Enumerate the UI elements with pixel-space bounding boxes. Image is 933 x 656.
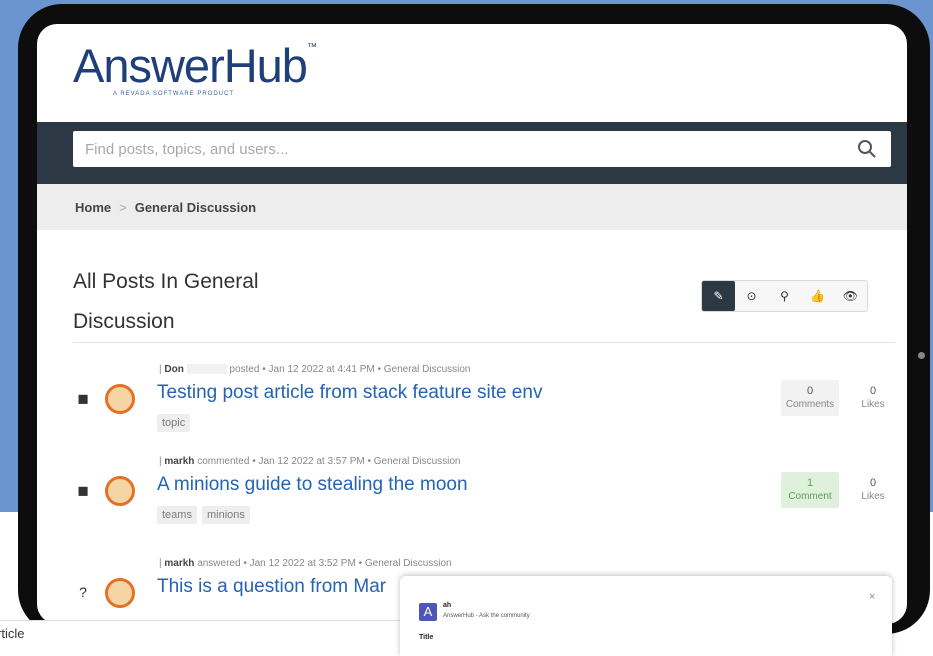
likes-number: 0 (869, 477, 877, 489)
app-subtitle: AnswerHub - Ask the community (443, 613, 530, 619)
question-icon: ? (79, 584, 87, 600)
likes-count[interactable]: 0 Likes (855, 380, 891, 416)
comments-number: 1 (806, 477, 814, 489)
redacted-name (186, 364, 227, 375)
post-space[interactable]: General Discussion (384, 364, 471, 375)
tag[interactable]: minions (201, 506, 250, 524)
title-input-value: rticle (0, 626, 25, 641)
search-bar (37, 122, 907, 184)
sort-filter-group: ✎ ⊙ ⚲ 👍 👁 (701, 280, 868, 312)
meta-separator: • (252, 456, 256, 467)
post-date: Jan 12 2022 at 4:41 PM (268, 364, 375, 375)
post-space[interactable]: General Discussion (365, 558, 452, 569)
comments-count[interactable]: 1 Comment (781, 472, 839, 508)
post-space[interactable]: General Discussion (374, 456, 461, 467)
post-author[interactable]: markh (164, 456, 194, 467)
breadcrumb: Home > General Discussion (37, 184, 907, 230)
comments-number: 0 (806, 385, 814, 397)
tag[interactable]: topic (157, 414, 191, 432)
likes-count[interactable]: 0 Likes (855, 472, 891, 508)
close-icon[interactable]: × (869, 591, 875, 603)
camera-dot (918, 352, 925, 359)
likes-label: Likes (861, 491, 885, 502)
app-name: ah (443, 602, 452, 609)
post-date: Jan 12 2022 at 3:52 PM (249, 558, 356, 569)
article-icon: ◼ (77, 482, 89, 498)
meta-separator: • (367, 456, 371, 467)
page-title: All Posts In General Discussion (73, 262, 323, 342)
pin-icon[interactable]: ⚲ (768, 281, 801, 311)
article-icon: ◼ (77, 390, 89, 406)
tag-list: topic (157, 414, 191, 432)
page-title-line1: All Posts In General (73, 270, 259, 293)
post-title-link[interactable]: Testing post article from stack feature … (157, 382, 542, 404)
comments-label: Comments (785, 399, 835, 410)
comments-count[interactable]: 0 Comments (781, 380, 839, 416)
post-author[interactable]: Don (164, 364, 183, 375)
avatar[interactable] (105, 384, 135, 414)
post-meta: | Don posted • Jan 12 2022 at 4:41 PM • … (159, 364, 471, 375)
post-action: answered (197, 558, 241, 569)
breadcrumb-home[interactable]: Home (75, 200, 111, 215)
post-title-link[interactable]: This is a question from Mar (157, 576, 386, 598)
edit-icon[interactable]: ✎ (702, 281, 735, 311)
logo-trademark: ™ (306, 42, 317, 53)
comments-label: Comment (788, 491, 832, 502)
app-badge-icon: A (419, 603, 437, 621)
title-field-label: Title (419, 634, 434, 641)
meta-separator: • (358, 558, 363, 569)
post-meta: | markh answered • Jan 12 2022 at 3:52 P… (159, 558, 452, 569)
post-title-link[interactable]: A minions guide to stealing the moon (157, 474, 468, 496)
teams-compose-card: A ah AnswerHub - Ask the community × Tit… (400, 576, 892, 656)
avatar[interactable] (105, 578, 135, 608)
post-author[interactable]: markh (164, 558, 194, 569)
page-title-line2: Discussion (73, 310, 175, 333)
meta-separator: • (243, 558, 247, 569)
post-date: Jan 12 2022 at 3:57 PM (258, 456, 365, 467)
likes-label: Likes (861, 399, 885, 410)
search-icon[interactable] (857, 139, 877, 159)
divider (73, 342, 895, 343)
post-action: commented (197, 456, 250, 467)
tag[interactable]: teams (157, 506, 197, 524)
clock-icon[interactable]: ⊙ (735, 281, 768, 311)
breadcrumb-separator: > (119, 199, 127, 215)
thumbs-up-icon[interactable]: 👍 (801, 281, 834, 311)
meta-separator: • (262, 364, 266, 375)
eye-icon[interactable]: 👁 (834, 281, 867, 311)
meta-separator: • (377, 364, 381, 375)
tag-list: teams minions (157, 506, 250, 524)
post-action: posted (229, 364, 260, 375)
tablet-screen: AnswerHub™ A REVADA SOFTWARE PRODUCT Hom… (37, 24, 907, 624)
breadcrumb-current[interactable]: General Discussion (135, 200, 256, 215)
logo-text: AnswerHub (73, 39, 308, 92)
post-meta: | markh commented • Jan 12 2022 at 3:57 … (159, 456, 461, 467)
avatar[interactable] (105, 476, 135, 506)
likes-number: 0 (869, 385, 877, 397)
answerhub-logo[interactable]: AnswerHub™ A REVADA SOFTWARE PRODUCT (73, 42, 317, 97)
search-input[interactable] (73, 131, 891, 167)
title-input-fragment[interactable]: rticle (0, 620, 400, 647)
